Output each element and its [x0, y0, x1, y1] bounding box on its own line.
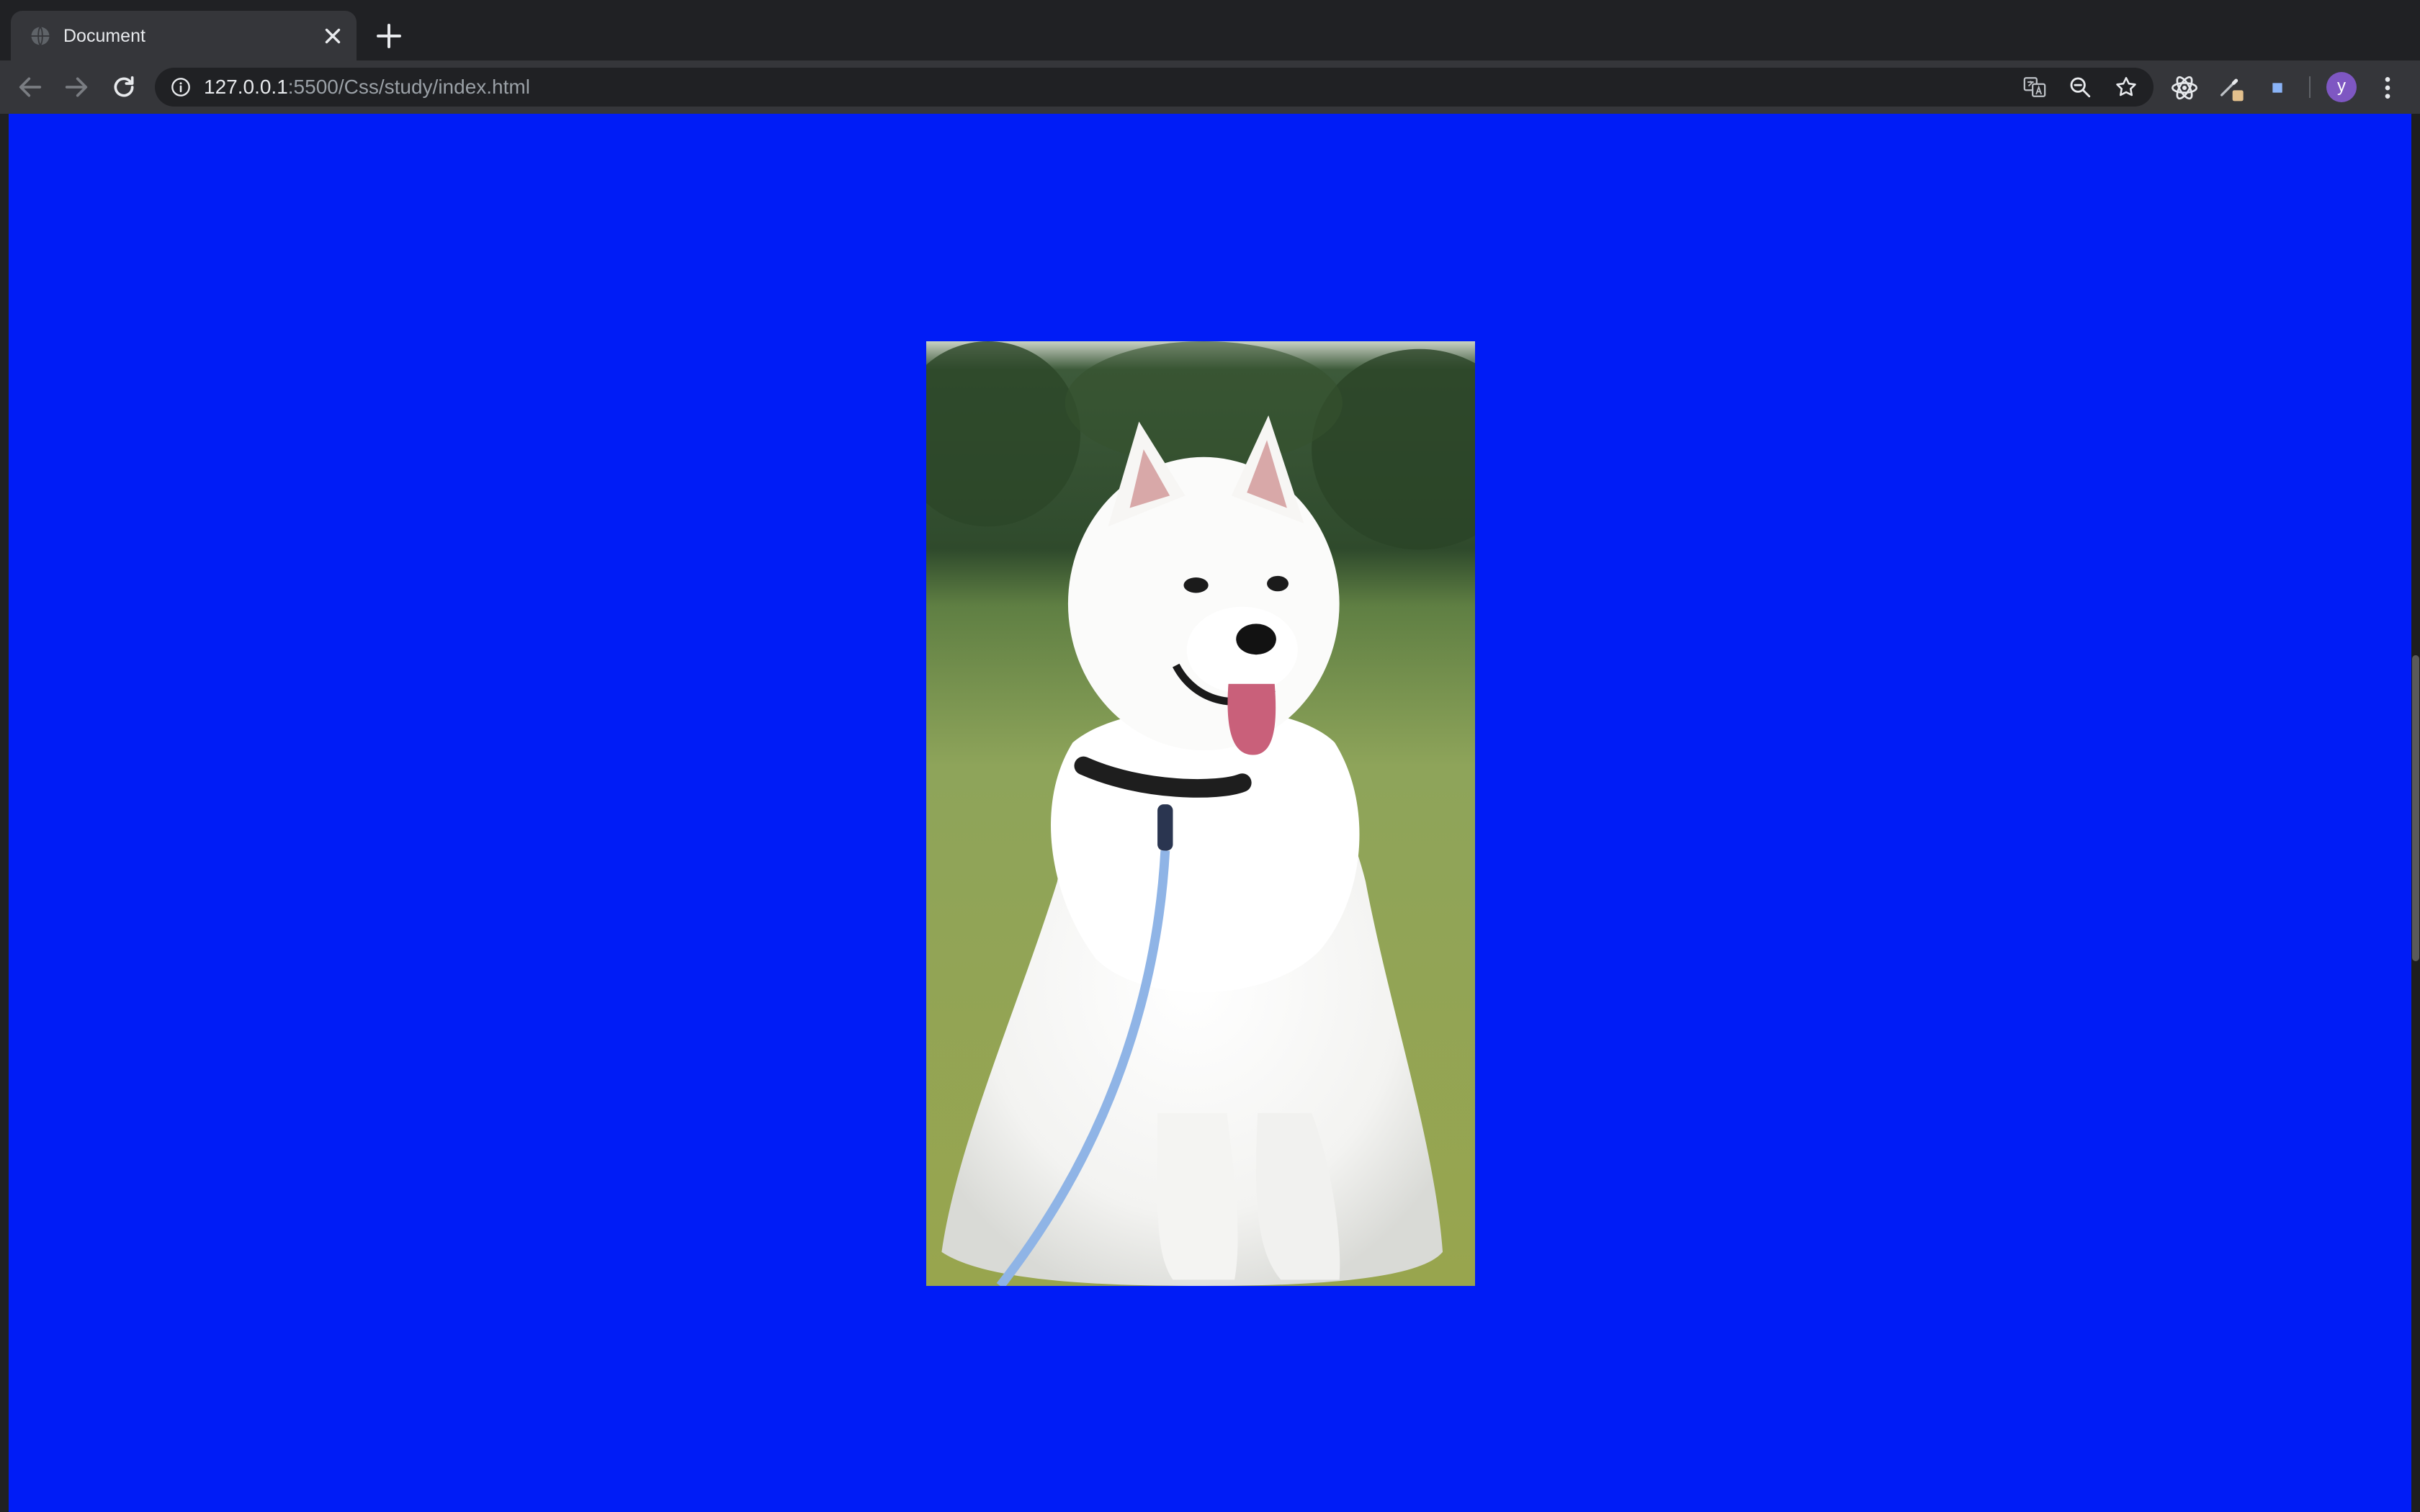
profile-avatar[interactable]: y [2326, 72, 2357, 102]
reload-icon[interactable] [109, 73, 138, 102]
star-icon[interactable] [2114, 75, 2138, 99]
square-icon[interactable] [2263, 73, 2292, 102]
url-text[interactable]: 127.0.0.1:5500/Css/study/index.html [204, 75, 530, 99]
kebab-menu-icon[interactable] [2373, 73, 2402, 102]
url-host: 127.0.0.1 [204, 76, 288, 98]
tab-strip: Document [0, 0, 2420, 60]
zoom-out-icon[interactable] [2068, 75, 2092, 99]
toolbar-divider [2309, 76, 2311, 98]
atom-icon[interactable] [2170, 73, 2199, 102]
address-bar[interactable]: 127.0.0.1:5500/Css/study/index.html [155, 68, 2154, 107]
browser-tab[interactable]: Document [11, 11, 357, 60]
info-icon[interactable] [171, 77, 191, 97]
browser-toolbar: 127.0.0.1:5500/Css/study/index.html y [0, 60, 2420, 114]
tab-title: Document [63, 26, 145, 46]
page-viewport [9, 114, 2411, 1512]
scrollbar-thumb[interactable] [2412, 655, 2419, 961]
close-icon[interactable] [321, 24, 345, 48]
globe-icon [31, 26, 50, 46]
dog-photo [926, 341, 1475, 1286]
translate-icon[interactable] [2022, 75, 2047, 99]
url-path: :5500/Css/study/index.html [287, 76, 530, 98]
back-arrow-icon[interactable] [16, 73, 45, 102]
plus-icon[interactable] [375, 22, 403, 50]
forward-arrow-icon[interactable] [62, 73, 91, 102]
pen-icon[interactable] [2217, 73, 2246, 102]
